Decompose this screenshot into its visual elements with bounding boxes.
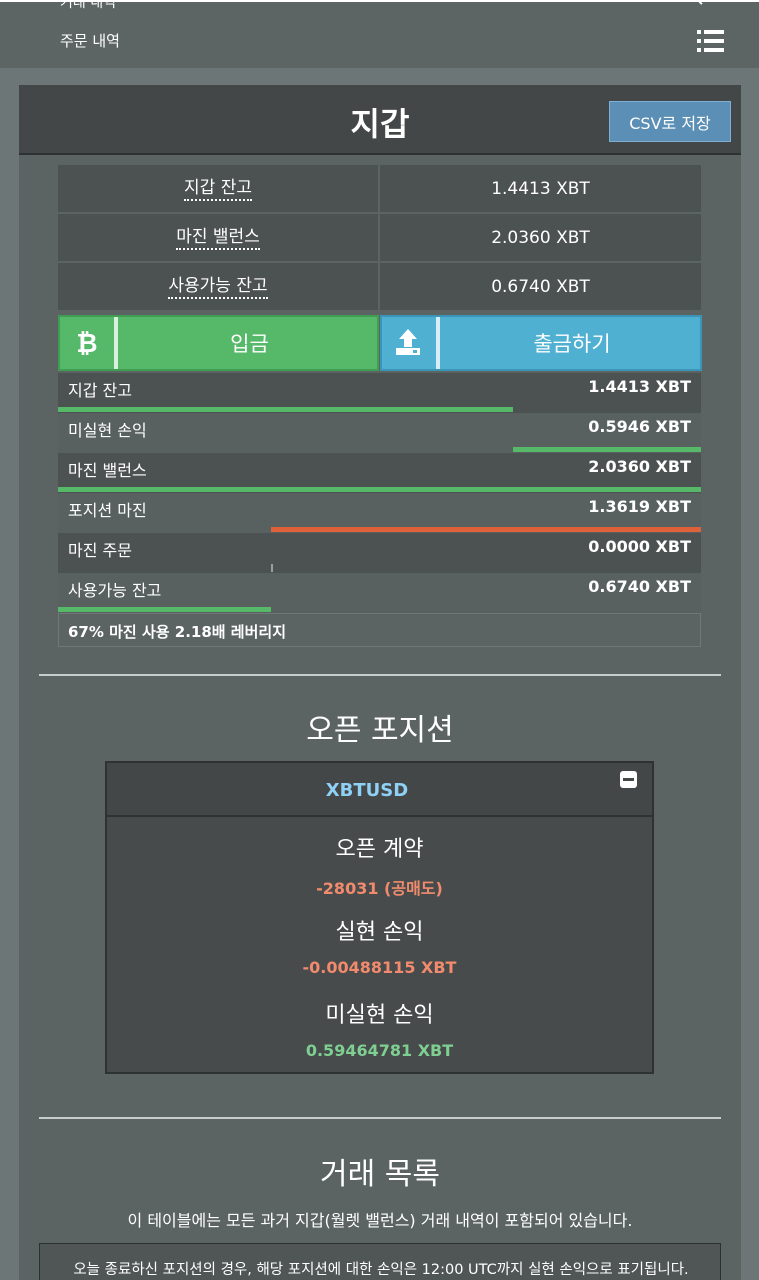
upload-icon <box>382 317 440 369</box>
pnl-notice: 오늘 종료하신 포지션의 경우, 해당 포지션에 대한 손익은 12:00 UT… <box>39 1243 721 1280</box>
breakdown-value: 1.4413 XBT <box>588 377 691 396</box>
breakdown-value: 1.3619 XBT <box>588 497 691 516</box>
breakdown-row: 포지션 마진 1.3619 XBT <box>58 493 701 533</box>
breakdown-label: 사용가능 잔고 <box>68 581 162 600</box>
breakdown-label: 포지션 마진 <box>68 501 147 520</box>
breakdown-value: 0.0000 XBT <box>588 537 691 556</box>
summary-row-wallet-balance: 지갑 잔고 1.4413 XBT <box>58 165 701 212</box>
breakdown-row: 사용가능 잔고 0.6740 XBT <box>58 573 701 613</box>
withdraw-button[interactable]: 출금하기 <box>380 315 702 371</box>
breakdown-row: 지갑 잔고 1.4413 XBT <box>58 373 701 413</box>
position-card: XBTUSD 오픈 계약 -28031 (공매도) 실현 손익 -0.00488… <box>105 761 654 1074</box>
breakdown-label: 마진 밸런스 <box>68 461 147 480</box>
realized-pnl-label: 실현 손익 <box>335 920 424 945</box>
summary-label[interactable]: 지갑 잔고 <box>184 177 252 201</box>
breakdown-row: 마진 주문 0.0000 XBT <box>58 533 701 573</box>
position-card-header: XBTUSD <box>107 763 652 817</box>
realized-pnl-value: -0.00488115 XBT <box>302 958 457 977</box>
wallet-header: 지갑 CSV로 저장 <box>19 85 741 155</box>
balance-breakdown: 지갑 잔고 1.4413 XBT 미실현 손익 0.5946 XBT 마진 밸런… <box>58 373 701 647</box>
top-nav: 거래 내역 ⟵ 주문 내역 <box>0 0 759 68</box>
breakdown-row: 미실현 손익 0.5946 XBT <box>58 413 701 453</box>
breakdown-bar <box>513 447 701 452</box>
breakdown-bar <box>58 487 701 492</box>
pnl-notice-text: 오늘 종료하신 포지션의 경우, 해당 포지션에 대한 손익은 12:00 UT… <box>73 1262 689 1278</box>
summary-label[interactable]: 마진 밸런스 <box>176 226 260 250</box>
bitcoin-icon: ₿ <box>60 317 118 369</box>
section-divider <box>39 1117 721 1119</box>
margin-usage-footer: 67% 마진 사용 2.18배 레버리지 <box>58 613 701 647</box>
summary-row-margin-balance: 마진 밸런스 2.0360 XBT <box>58 214 701 261</box>
breakdown-label: 마진 주문 <box>68 541 132 560</box>
breakdown-row: 마진 밸런스 2.0360 XBT <box>58 453 701 493</box>
summary-value: 2.0360 XBT <box>380 214 701 261</box>
nav-item-order-history[interactable]: 주문 내역 <box>60 30 120 51</box>
breakdown-value: 2.0360 XBT <box>588 457 691 476</box>
position-symbol[interactable]: XBTUSD <box>107 780 627 801</box>
unrealized-pnl-value: 0.59464781 XBT <box>305 1041 454 1060</box>
open-contracts-value: -28031 (공매도) <box>316 879 443 898</box>
breakdown-bar <box>270 527 701 532</box>
summary-label[interactable]: 사용가능 잔고 <box>168 275 268 299</box>
breakdown-bar <box>58 607 271 612</box>
breakdown-bar <box>58 407 514 412</box>
breakdown-value: 0.5946 XBT <box>588 417 691 436</box>
summary-value: 1.4413 XBT <box>380 165 701 212</box>
save-csv-button[interactable]: CSV로 저장 <box>609 101 731 142</box>
wallet-panel: 지갑 CSV로 저장 지갑 잔고 1.4413 XBT 마진 밸런스 2.036… <box>19 85 741 1280</box>
summary-row-available-balance: 사용가능 잔고 0.6740 XBT <box>58 263 701 310</box>
list-menu-icon[interactable] <box>697 30 724 52</box>
collapse-icon[interactable] <box>620 771 637 788</box>
trade-history-description: 이 테이블에는 모든 과거 지갑(월렛 밸런스) 거래 내역이 포함되어 있습니… <box>127 1211 633 1230</box>
breakdown-value: 0.6740 XBT <box>588 577 691 596</box>
section-divider <box>39 674 721 676</box>
breakdown-label: 미실현 손익 <box>68 421 147 440</box>
breakdown-label: 지갑 잔고 <box>68 381 132 400</box>
breakdown-bar <box>270 564 273 572</box>
deposit-button[interactable]: ₿ 입금 <box>58 315 379 371</box>
deposit-label: 입금 <box>230 332 269 356</box>
open-positions-title: 오픈 포지션 <box>306 713 454 748</box>
open-contracts-label: 오픈 계약 <box>335 837 424 862</box>
margin-usage-text: 67% 마진 사용 2.18배 레버리지 <box>68 623 287 641</box>
nav-item-trade-history[interactable]: 거래 내역 <box>60 0 116 12</box>
trade-history-title: 거래 목록 <box>320 1157 440 1192</box>
back-arrow-icon[interactable]: ⟵ <box>696 0 728 13</box>
unrealized-pnl-label: 미실현 손익 <box>325 1003 434 1028</box>
withdraw-label: 출금하기 <box>533 332 611 356</box>
summary-value: 0.6740 XBT <box>380 263 701 310</box>
